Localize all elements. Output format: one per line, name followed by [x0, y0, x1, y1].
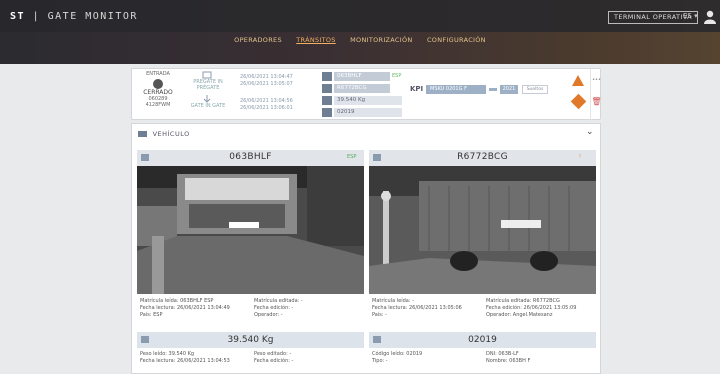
tractor-plate: 063BHLF	[229, 152, 272, 162]
read-plate: Matrícula leída: 063BHLF ESP	[140, 298, 214, 304]
kpi-label: KPI	[410, 85, 424, 93]
vehicle-icon	[138, 131, 147, 137]
trailer-camera-image[interactable]	[369, 166, 596, 294]
weight-icon	[322, 95, 332, 105]
driver-dni: DNI: 063B-LF	[486, 351, 519, 357]
year-bar[interactable]: 2021	[500, 85, 518, 94]
weight-read: Peso leído: 39.540 Kg	[140, 351, 195, 357]
main-nav: OPERADORES TRÁNSITOS MONITORIZACIÓN CONF…	[0, 36, 720, 44]
country: País: ESP	[140, 312, 163, 318]
tractor-plate-header: 063BHLF ESP	[137, 150, 364, 166]
plate-value: 02019	[334, 107, 402, 117]
loose-bar[interactable]: Sueltos	[522, 85, 548, 94]
delete-icon[interactable]: 🗑	[591, 97, 602, 106]
timeline-time-1: 26/06/2021 13:04:56	[240, 98, 293, 104]
gate-label: ENTRADA	[146, 71, 170, 77]
nav-configuracion[interactable]: CONFIGURACIÓN	[427, 36, 486, 44]
weight-edited-time: Fecha edición: -	[254, 358, 294, 364]
read-time: Fecha lectura: 26/06/2021 13:05:06	[372, 305, 462, 311]
weight-read-time: Fecha lectura: 26/06/2021 13:04:53	[140, 358, 230, 364]
timeline-time-2: 26/06/2021 13:06:01	[240, 105, 293, 111]
driver-icon	[322, 107, 332, 117]
edited-time: Fecha edición: 26/06/2021 13:05:09	[486, 305, 577, 311]
brand-sep: |	[32, 11, 41, 22]
vehicle-title: VEHÍCULO	[152, 130, 190, 138]
lock-icon	[153, 79, 163, 89]
user-icon[interactable]	[704, 10, 716, 24]
more-icon[interactable]: •••	[592, 77, 601, 83]
read-time: Fecha lectura: 26/06/2021 13:04:49	[140, 305, 230, 311]
timeline-event-label: PREGATE IN PRÉGATE	[193, 79, 223, 91]
app-logo: ST | GATE MONITOR	[10, 11, 138, 22]
timeline-event: GATE IN GATE 26/06/2021 13:04:56 26/06/2…	[184, 95, 314, 117]
bar-connector	[489, 88, 497, 91]
gate-icon	[202, 71, 212, 79]
weight-value: 39.540 Kg	[227, 335, 274, 345]
edited-plate: Matrícula editada: R6772BCG	[486, 298, 560, 304]
plate-value: 39.540 Kg	[334, 95, 402, 105]
alert-icon[interactable]	[570, 93, 587, 110]
vehicle-header: VEHÍCULO	[138, 130, 190, 138]
weight-header: 39.540 Kg	[137, 332, 364, 348]
language-selector[interactable]: ES ▾	[683, 12, 698, 20]
operator: Operador: Angel.Matesanz	[486, 312, 553, 318]
gate-state-sub2: 4128FWM	[145, 102, 171, 108]
chevron-down-icon[interactable]: ⌄	[586, 127, 594, 137]
nav-operadores[interactable]: OPERADORES	[234, 36, 282, 44]
timeline-time-1: 26/06/2021 13:04:47	[240, 74, 293, 80]
operator: Operador: -	[254, 312, 283, 318]
trailer-plate: R6772BCG	[457, 152, 508, 162]
plate-flag: ESP	[392, 73, 402, 79]
plates-list: 063BHLF ESP R6772BCG 39.540 Kg 02019	[322, 71, 402, 119]
driver-info: Código leído: 02019 Tipo: - DNI: 063B-LF…	[369, 348, 596, 368]
driver-name: Nombre: 063BH F	[486, 358, 531, 364]
warning-icon[interactable]	[572, 75, 584, 86]
country-tag: ESP	[347, 154, 357, 160]
trailer-icon	[322, 83, 332, 93]
top-bar: ST | GATE MONITOR TERMINAL OPERATIVA ES …	[0, 0, 720, 64]
tractor-camera-image[interactable]	[137, 166, 364, 294]
timeline-time-2: 26/06/2021 13:05:07	[240, 81, 293, 87]
container-bar[interactable]: MSKU 0201G F	[426, 85, 486, 94]
truck-icon	[322, 71, 332, 81]
country: País: -	[372, 312, 387, 318]
transit-summary-card[interactable]: ENTRADA CERRADO 060289 4128FWM PREGATE I…	[131, 68, 602, 121]
vehicle-panel: VEHÍCULO ⌄ 063BHLF ESP Matrícula leída: …	[131, 123, 601, 374]
event-timeline: PREGATE IN PRÉGATE 26/06/2021 13:04:47 2…	[184, 71, 314, 119]
plate-value: 063BHLF	[334, 71, 390, 81]
plate-row[interactable]: 39.540 Kg	[322, 95, 402, 105]
timeline-event: PREGATE IN PRÉGATE 26/06/2021 13:04:47 2…	[184, 71, 314, 93]
driver-code: Código leído: 02019	[372, 351, 423, 357]
driver-type: Tipo: -	[372, 358, 388, 364]
plate-row[interactable]: R6772BCG	[322, 83, 402, 93]
brand-st: ST	[10, 11, 26, 22]
driver-code-value: 02019	[468, 335, 497, 345]
gate-arrow-icon	[203, 95, 211, 103]
plate-row[interactable]: 02019	[322, 107, 402, 117]
edited-time: Fecha edición: -	[254, 305, 294, 311]
trailer-plate-header: R6772BCG !	[369, 150, 596, 166]
trailer-info: Matrícula leída: - Fecha lectura: 26/06/…	[369, 294, 596, 330]
trailer-column: R6772BCG ! Matrícula leída: - Fecha lect…	[369, 150, 596, 368]
driver-header: 02019	[369, 332, 596, 348]
edited-plate: Matrícula editada: -	[254, 298, 303, 304]
nav-transitos[interactable]: TRÁNSITOS	[296, 36, 336, 44]
timeline-event-label: GATE IN GATE	[190, 103, 226, 109]
tractor-column: 063BHLF ESP Matrícula leída: 063BHLF ESP…	[137, 150, 364, 368]
read-plate: Matrícula leída: -	[372, 298, 414, 304]
nav-monitorizacion[interactable]: MONITORIZACIÓN	[350, 36, 412, 44]
brand-text: GATE MONITOR	[47, 11, 138, 22]
trailer-rear-image	[369, 166, 596, 294]
weight-info: Peso leído: 39.540 Kg Fecha lectura: 26/…	[137, 348, 364, 368]
plate-value: R6772BCG	[334, 83, 390, 93]
truck-front-image	[137, 166, 364, 294]
weight-edited: Peso editado: -	[254, 351, 292, 357]
warning-tag: !	[579, 154, 582, 160]
tractor-info: Matrícula leída: 063BHLF ESP Fecha lectu…	[137, 294, 364, 330]
plate-row[interactable]: 063BHLF ESP	[322, 71, 402, 81]
summary-side-actions: ••• 🗑	[590, 69, 602, 121]
gate-status: ENTRADA CERRADO 060289 4128FWM	[136, 71, 180, 108]
